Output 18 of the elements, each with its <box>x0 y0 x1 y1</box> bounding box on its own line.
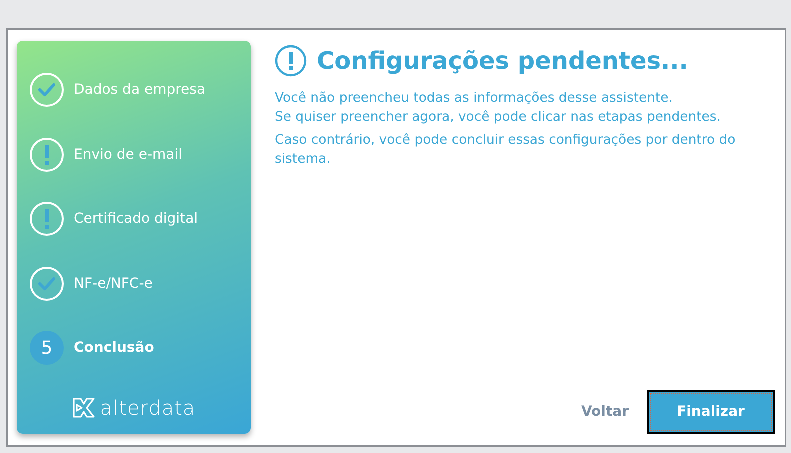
step-item[interactable]: Dados da empresa <box>74 82 206 98</box>
info-text: Caso contrário, você pode concluir essas configurações por dentro do sistema. <box>275 132 737 169</box>
exclamation-icon <box>30 202 64 236</box>
step-item[interactable]: NF-e/NFC-e <box>74 276 153 292</box>
check-icon <box>30 266 64 300</box>
dialog-title: Configurações pendentes... <box>317 47 688 75</box>
logo-text: alterdata <box>100 396 196 420</box>
step-item[interactable]: Envio de e-mail <box>74 146 183 162</box>
step-number: 5 <box>30 331 64 365</box>
info-text: Você não preencheu todas as informações desse assistente. Se quiser preencher agora, você pode clicar nas etapas pendentes. <box>275 90 722 127</box>
logo-icon <box>72 397 96 419</box>
finish-button[interactable]: Finalizar <box>647 390 775 434</box>
exclamation-icon <box>30 138 64 172</box>
step-item[interactable]: Certificado digital <box>74 211 198 227</box>
back-button[interactable]: Voltar <box>577 400 633 424</box>
warning-icon <box>275 45 307 77</box>
step-item[interactable]: Conclusão <box>74 340 154 356</box>
check-icon <box>30 73 64 107</box>
